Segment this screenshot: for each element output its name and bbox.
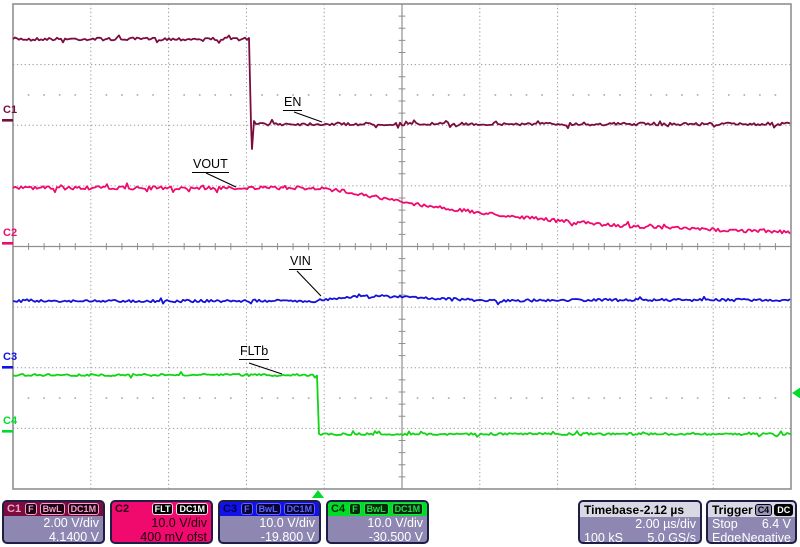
coupling-badge: F bbox=[241, 503, 253, 515]
impedance-badge: DC1M bbox=[391, 503, 424, 515]
trigger-header: Trigger C4 DC bbox=[708, 502, 795, 517]
channel-descriptor-c4[interactable]: C4 F BwL DC1M 10.0 V/div -30.500 V bbox=[326, 500, 429, 544]
trace-label-vout: VOUT bbox=[192, 157, 229, 173]
volts-per-div: 2.00 V/div bbox=[43, 516, 99, 530]
channel-c3-header: C3 F BwL DC1M bbox=[220, 502, 319, 516]
channel-c1-header: C1 F BwL DC1M bbox=[4, 502, 103, 516]
trigger-title: Trigger bbox=[712, 502, 753, 517]
trigger-source-badge: C4 bbox=[754, 503, 773, 516]
channel-zero-marker-c1[interactable]: C1 bbox=[3, 105, 17, 116]
channel-descriptor-c3[interactable]: C3 F BwL DC1M 10.0 V/div -19.800 V bbox=[218, 500, 321, 544]
channel-c4-header: C4 F BwL DC1M bbox=[328, 502, 427, 516]
trigger-time-marker[interactable] bbox=[312, 490, 324, 498]
coupling-badge: F bbox=[25, 503, 37, 515]
timebase-descriptor[interactable]: Timebase -2.12 µs 2.00 µs/div 100 kS 5.0… bbox=[578, 500, 702, 544]
volts-per-div: 10.0 V/div bbox=[259, 516, 315, 530]
channel-c2-header: C2 FLT DC1M bbox=[112, 502, 211, 516]
trigger-descriptor[interactable]: Trigger C4 DC Stop 6.4 V Edge Negative bbox=[706, 500, 797, 544]
bandwidth-badge: BwL bbox=[363, 503, 389, 515]
channel-zero-marker-c2[interactable]: C2 bbox=[3, 228, 17, 239]
channel-c4-id: C4 bbox=[331, 503, 346, 515]
trace-label-en: EN bbox=[283, 95, 303, 111]
channel-descriptor-c2[interactable]: C2 FLT DC1M 10.0 V/div 400 mV ofst bbox=[110, 500, 213, 544]
offset-value: 400 mV ofst bbox=[140, 530, 207, 544]
filter-badge: FLT bbox=[151, 503, 174, 515]
channel-zero-marker-c4[interactable]: C4 bbox=[3, 416, 17, 427]
channel-c2-id: C2 bbox=[115, 503, 130, 515]
waveform-plot bbox=[2, 3, 792, 490]
timebase-offset: -2.12 µs bbox=[639, 502, 684, 517]
trigger-level: 6.4 V bbox=[761, 517, 791, 531]
trigger-level-marker[interactable] bbox=[791, 387, 800, 399]
bandwidth-badge: BwL bbox=[255, 503, 281, 515]
timebase-header: Timebase -2.12 µs bbox=[580, 502, 700, 517]
offset-value: 4.1400 V bbox=[48, 530, 99, 544]
trace-label-vin: VIN bbox=[289, 254, 312, 270]
time-per-div: 2.00 µs/div bbox=[635, 517, 696, 531]
trigger-coupling-badge: DC bbox=[774, 503, 794, 516]
offset-value: -30.500 V bbox=[368, 530, 423, 544]
channel-c1-id: C1 bbox=[7, 503, 22, 515]
sample-rate: 5.0 GS/s bbox=[647, 531, 696, 544]
trigger-slope: Negative bbox=[741, 531, 791, 544]
trigger-type: Edge bbox=[712, 531, 742, 544]
volts-per-div: 10.0 V/div bbox=[151, 516, 207, 530]
trace-label-fltb: FLTb bbox=[239, 344, 270, 360]
sample-count: 100 kS bbox=[584, 531, 623, 544]
volts-per-div: 10.0 V/div bbox=[367, 516, 423, 530]
impedance-badge: DC1M bbox=[283, 503, 316, 515]
trigger-mode: Stop bbox=[712, 517, 738, 531]
impedance-badge: DC1M bbox=[176, 503, 208, 515]
channel-c3-id: C3 bbox=[223, 503, 238, 515]
bandwidth-badge: BwL bbox=[39, 503, 65, 515]
impedance-badge: DC1M bbox=[67, 503, 100, 515]
channel-zero-marker-c3[interactable]: C3 bbox=[3, 352, 17, 363]
coupling-badge: F bbox=[349, 503, 361, 515]
channel-descriptor-c1[interactable]: C1 F BwL DC1M 2.00 V/div 4.1400 V bbox=[2, 500, 105, 544]
timebase-title: Timebase bbox=[584, 502, 640, 517]
offset-value: -19.800 V bbox=[260, 530, 315, 544]
